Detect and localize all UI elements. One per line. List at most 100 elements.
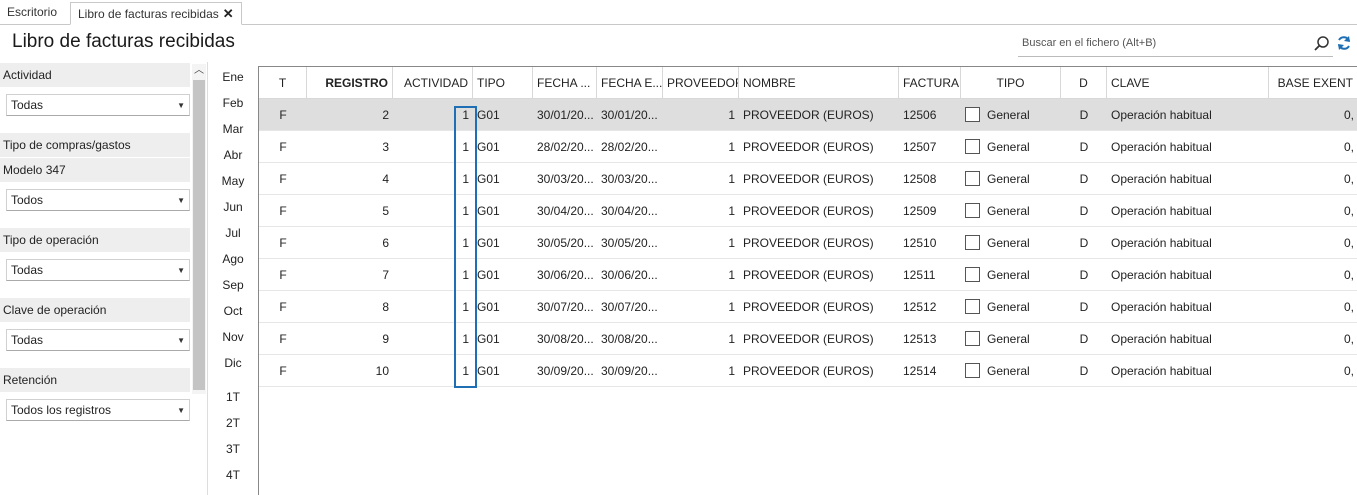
cell-proveedor: 1 [728, 364, 735, 378]
period-item[interactable]: Ene [210, 70, 256, 84]
cell-nombre: PROVEEDOR (EUROS) [743, 300, 874, 314]
row-checkbox[interactable] [965, 267, 980, 282]
row-checkbox[interactable] [965, 107, 980, 122]
period-item[interactable]: Nov [210, 330, 256, 344]
filter-label-tipo-compras: Tipo de compras/gastos [0, 133, 190, 157]
row-checkbox[interactable] [965, 203, 980, 218]
column-header-fecha-expedicion[interactable]: FECHA E... [597, 67, 663, 99]
table-row[interactable]: F 3 1 G01 28/02/20... 28/02/20... 1 PROVEEDOR (… [259, 131, 1357, 163]
cell-tipo-factura: General [987, 364, 1030, 378]
cell-nombre: PROVEEDOR (EUROS) [743, 364, 874, 378]
close-icon[interactable]: ✕ [223, 6, 234, 21]
cell-actividad: 1 [462, 140, 469, 154]
cell-d: D [1079, 268, 1089, 282]
clave-operacion-select[interactable]: Todas ▼ [6, 329, 190, 351]
period-item[interactable]: Ago [210, 252, 256, 266]
period-item[interactable]: 3T [210, 442, 256, 456]
cell-t: F [279, 204, 287, 218]
select-value: Todas [11, 263, 44, 277]
scrollbar-thumb[interactable] [193, 80, 205, 390]
table-row[interactable]: F 5 1 G01 30/04/20... 30/04/20... 1 PROVEEDOR (… [259, 195, 1357, 227]
cell-proveedor: 1 [728, 268, 735, 282]
cell-base-exenta: 0, [1343, 140, 1354, 154]
period-item[interactable]: Jun [210, 200, 256, 214]
column-header-nombre[interactable]: NOMBRE [739, 67, 899, 99]
period-item[interactable]: 1T [210, 390, 256, 404]
cell-registro: 9 [382, 332, 389, 346]
tipo-operacion-select[interactable]: Todas ▼ [6, 259, 190, 281]
actividad-select[interactable]: Todas ▼ [6, 94, 190, 116]
period-item[interactable]: Mar [210, 122, 256, 136]
cell-nombre: PROVEEDOR (EUROS) [743, 140, 874, 154]
period-item[interactable]: May [210, 174, 256, 188]
column-header-clave[interactable]: CLAVE [1107, 67, 1269, 99]
filter-label-clave-operacion: Clave de operación [0, 298, 190, 322]
filter-label-retencion: Retención [0, 368, 190, 392]
table-row[interactable]: F 4 1 G01 30/03/20... 30/03/20... 1 PROVEEDOR (… [259, 163, 1357, 195]
column-header-d[interactable]: D [1061, 67, 1107, 99]
chevron-down-icon: ▼ [177, 101, 185, 110]
period-item[interactable]: Jul [210, 226, 256, 240]
cell-proveedor: 1 [728, 204, 735, 218]
row-checkbox[interactable] [965, 235, 980, 250]
search-input[interactable]: Buscar en el fichero (Alt+B) [1018, 33, 1333, 57]
cell-actividad: 1 [462, 172, 469, 186]
tab-escritorio[interactable]: Escritorio [0, 2, 64, 25]
row-checkbox[interactable] [965, 139, 980, 154]
refresh-icon[interactable] [1336, 35, 1352, 54]
tab-libro-facturas-recibidas[interactable]: Libro de facturas recibidas ✕ [70, 2, 242, 25]
cell-base-exenta: 0, [1343, 364, 1354, 378]
cell-registro: 6 [382, 236, 389, 250]
cell-fecha: 30/07/20... [537, 300, 594, 314]
chevron-up-icon[interactable]: ︿ [192, 64, 206, 78]
cell-d: D [1079, 364, 1089, 378]
period-item[interactable]: 2T [210, 416, 256, 430]
column-header-base-exenta[interactable]: BASE EXENT [1269, 67, 1357, 99]
period-item[interactable]: Feb [210, 96, 256, 110]
table-row[interactable]: F 10 1 G01 30/09/20... 30/09/20... 1 PROVEEDOR … [259, 355, 1357, 387]
cell-proveedor: 1 [728, 300, 735, 314]
tab-label: Libro de facturas recibidas [78, 7, 219, 21]
period-item[interactable]: 4T [210, 468, 256, 482]
row-checkbox[interactable] [965, 171, 980, 186]
column-header-actividad[interactable]: ACTIVIDAD [393, 67, 473, 99]
search-icon[interactable] [1313, 35, 1331, 56]
column-header-factura[interactable]: FACTURA [899, 67, 961, 99]
modelo-347-select[interactable]: Todos ▼ [6, 189, 190, 211]
cell-clave: Operación habitual [1111, 364, 1212, 378]
row-checkbox[interactable] [965, 299, 980, 314]
row-checkbox[interactable] [965, 363, 980, 378]
period-item[interactable]: Dic [210, 356, 256, 370]
table-row[interactable]: F 6 1 G01 30/05/20... 30/05/20... 1 PROVEEDOR (… [259, 227, 1357, 259]
cell-nombre: PROVEEDOR (EUROS) [743, 236, 874, 250]
column-header-t[interactable]: T [259, 67, 307, 99]
period-item[interactable]: Sep [210, 278, 256, 292]
chevron-down-icon: ▼ [177, 406, 185, 415]
column-header-fecha[interactable]: FECHA ... [533, 67, 597, 99]
cell-tipo: G01 [477, 172, 500, 186]
cell-registro: 3 [382, 140, 389, 154]
chevron-down-icon: ▼ [177, 336, 185, 345]
cell-proveedor: 1 [728, 140, 735, 154]
cell-tipo-factura: General [987, 268, 1030, 282]
column-header-proveedor[interactable]: PROVEEDOR [663, 67, 739, 99]
row-checkbox[interactable] [965, 331, 980, 346]
period-item[interactable]: Oct [210, 304, 256, 318]
period-item[interactable]: Abr [210, 148, 256, 162]
cell-tipo: G01 [477, 364, 500, 378]
chevron-down-icon: ▼ [177, 266, 185, 275]
column-header-tipo[interactable]: TIPO [473, 67, 533, 99]
retencion-select[interactable]: Todos los registros ▼ [6, 399, 190, 421]
cell-factura: 12508 [903, 172, 937, 186]
column-header-tipo-factura[interactable]: TIPO [961, 67, 1061, 99]
filter-label-modelo-347: Modelo 347 [0, 158, 190, 182]
cell-t: F [279, 140, 287, 154]
cell-fecha: 28/02/20... [537, 140, 594, 154]
cell-proveedor: 1 [728, 236, 735, 250]
table-row[interactable]: F 2 1 G01 30/01/20... 30/01/20... 1 PROVEEDOR (… [259, 99, 1357, 131]
table-row[interactable]: F 7 1 G01 30/06/20... 30/06/20... 1 PROVEEDOR (… [259, 259, 1357, 291]
table-row[interactable]: F 9 1 G01 30/08/20... 30/08/20... 1 PROVEEDOR (… [259, 323, 1357, 355]
cell-fecha-expedicion: 30/08/20... [601, 332, 658, 346]
table-row[interactable]: F 8 1 G01 30/07/20... 30/07/20... 1 PROVEEDOR (… [259, 291, 1357, 323]
column-header-registro[interactable]: REGISTRO [307, 67, 393, 99]
